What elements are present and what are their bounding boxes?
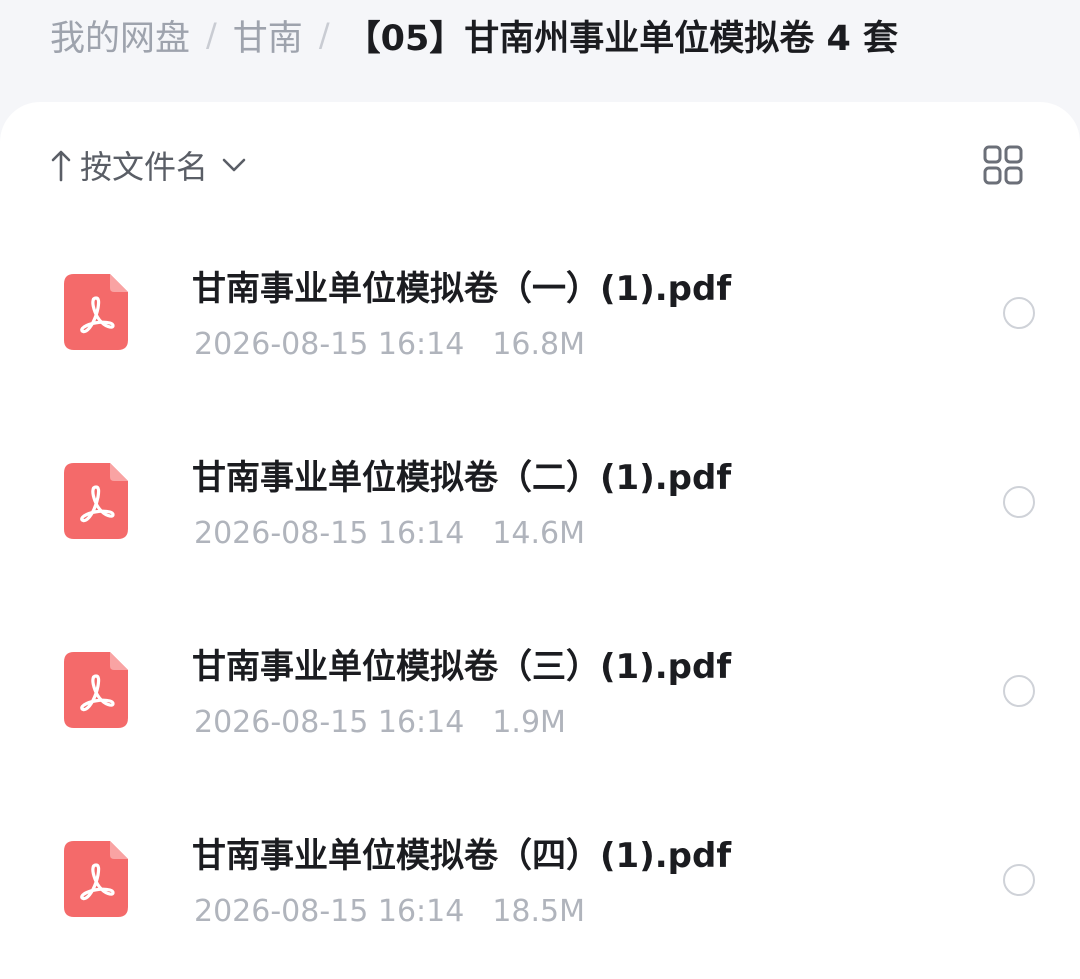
file-list-item[interactable]: 甘南事业单位模拟卷（三）(1).pdf 2026-08-15 16:14 1.9M — [0, 603, 1080, 783]
breadcrumb-separator: / — [318, 16, 330, 54]
file-list-item[interactable]: 甘南事业单位模拟卷（二）(1).pdf 2026-08-15 16:14 14.6… — [0, 414, 1080, 594]
chevron-down-icon — [222, 158, 246, 172]
file-meta: 2026-08-15 16:14 18.5M — [194, 892, 585, 932]
file-date: 2026-08-15 16:14 — [194, 705, 465, 740]
file-size: 14.6M — [492, 516, 586, 551]
file-date: 2026-08-15 16:14 — [194, 516, 465, 551]
breadcrumb-item-my-drive[interactable]: 我的网盘 — [50, 10, 190, 61]
file-meta: 2026-08-15 16:14 14.6M — [194, 514, 585, 554]
file-list-item[interactable]: 甘南事业单位模拟卷（四）(1).pdf 2026-08-15 16:14 18.5… — [0, 792, 1080, 972]
file-size: 1.9M — [492, 705, 566, 740]
select-radio[interactable] — [1003, 675, 1035, 707]
pdf-icon — [64, 841, 128, 917]
file-size: 16.8M — [492, 327, 586, 362]
file-list-item[interactable]: 甘南事业单位模拟卷（一）(1).pdf 2026-08-15 16:14 16.8… — [0, 225, 1080, 405]
breadcrumb-current-folder: 【05】甘南州事业单位模拟卷 4 套 — [345, 18, 899, 59]
file-date: 2026-08-15 16:14 — [194, 327, 465, 362]
grid-view-icon[interactable] — [982, 144, 1024, 186]
file-meta: 2026-08-15 16:14 16.8M — [194, 325, 585, 365]
select-radio[interactable] — [1003, 297, 1035, 329]
arrow-up-icon — [51, 150, 71, 182]
pdf-icon — [64, 274, 128, 350]
sort-label: 按文件名 — [80, 148, 209, 186]
breadcrumb-separator: / — [206, 16, 217, 54]
pdf-icon — [64, 652, 128, 728]
select-radio[interactable] — [1003, 864, 1035, 896]
file-date: 2026-08-15 16:14 — [194, 894, 465, 929]
select-radio[interactable] — [1003, 486, 1035, 518]
sort-button[interactable]: 按文件名 — [50, 140, 248, 190]
file-meta: 2026-08-15 16:14 1.9M — [194, 703, 566, 743]
file-size: 18.5M — [492, 894, 586, 929]
breadcrumb: 我的网盘 / 甘南 / 【05】甘南州事业单位模拟卷 4 套 — [50, 10, 899, 61]
breadcrumb-item-gannan[interactable]: 甘南 — [233, 10, 303, 61]
file-name: 甘南事业单位模拟卷（二）(1).pdf — [192, 458, 732, 498]
file-name: 甘南事业单位模拟卷（四）(1).pdf — [192, 836, 732, 876]
pdf-icon — [64, 463, 128, 539]
file-name: 甘南事业单位模拟卷（三）(1).pdf — [192, 647, 732, 687]
file-name: 甘南事业单位模拟卷（一）(1).pdf — [192, 269, 732, 309]
